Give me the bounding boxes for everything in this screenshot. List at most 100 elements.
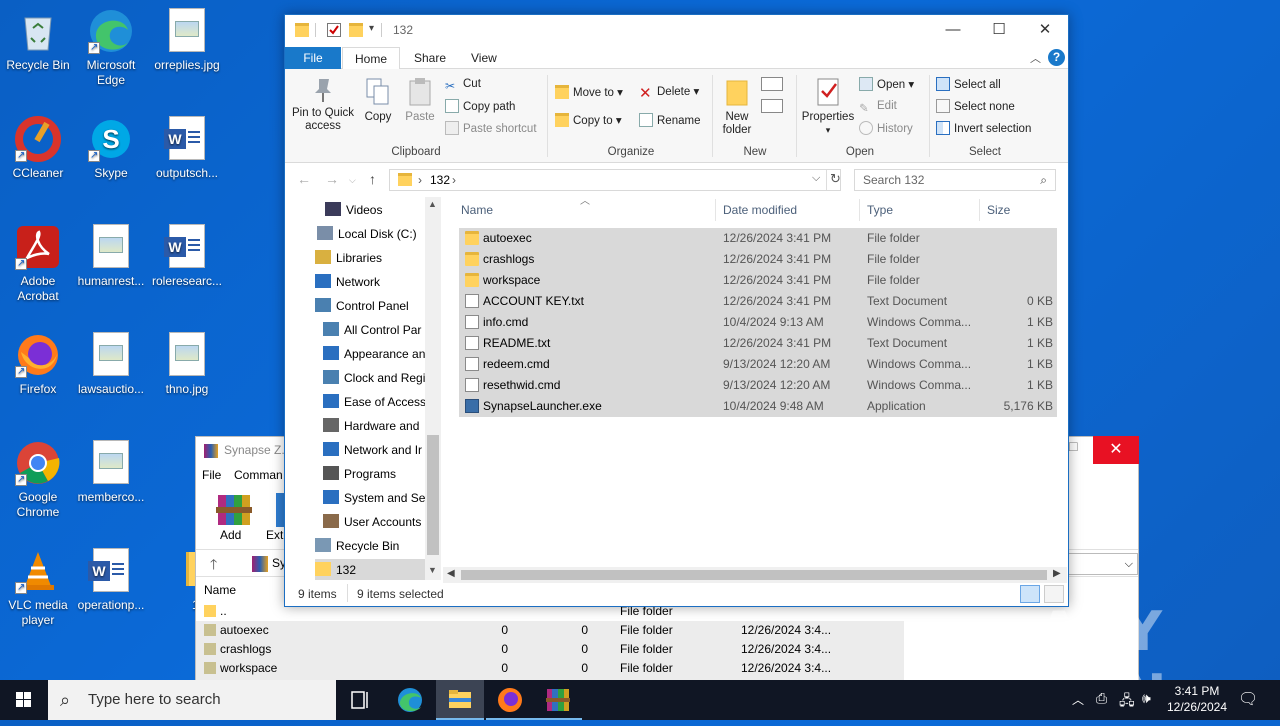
desktop-icon-memberco[interactable]: memberco... bbox=[73, 440, 149, 505]
nav-item[interactable]: Network and Ir bbox=[323, 439, 422, 461]
edit-button[interactable]: ✎ Edit bbox=[859, 99, 897, 116]
nav-item[interactable]: Hardware and bbox=[323, 415, 419, 437]
scroll-down-icon[interactable]: ▼ bbox=[428, 565, 437, 575]
delete-button[interactable]: ✕ Delete ▾ bbox=[639, 85, 699, 101]
desktop-icon-orreplies[interactable]: orreplies.jpg bbox=[149, 8, 225, 73]
nav-item[interactable]: Ease of Access bbox=[323, 391, 426, 413]
file-row[interactable]: workspace 12/26/2024 3:41 PM File folder bbox=[459, 270, 1057, 291]
new-folder-button[interactable]: New folder bbox=[717, 77, 757, 137]
show-hidden-icons[interactable]: ︿ bbox=[1072, 691, 1084, 708]
winrar-col-name[interactable]: Name bbox=[204, 583, 236, 597]
breadcrumb-chevron-icon[interactable]: › bbox=[418, 173, 422, 187]
desktop-icon-recycle-bin[interactable]: Recycle Bin bbox=[0, 8, 76, 73]
copy-to-button[interactable]: Copy to ▾ bbox=[555, 113, 622, 128]
winrar-menu-file[interactable]: File bbox=[202, 468, 221, 482]
archive-row[interactable]: autoexec 0 0 File folder 12/26/2024 3:4... bbox=[196, 621, 904, 640]
search-icon[interactable]: ⌕ bbox=[1040, 170, 1047, 190]
tab-view[interactable]: View bbox=[459, 47, 509, 69]
file-row[interactable]: resethwid.cmd 9/13/2024 12:20 AM Windows C… bbox=[459, 375, 1057, 396]
network-device-icon[interactable]: ⎙ bbox=[1096, 690, 1107, 707]
nav-item[interactable]: Network bbox=[315, 271, 380, 293]
forward-icon[interactable]: → bbox=[325, 171, 339, 187]
nav-item[interactable]: System and Se bbox=[323, 487, 425, 509]
desktop-icon-humanrest[interactable]: humanrest... bbox=[73, 224, 149, 289]
customize-quick-access-icon[interactable]: ▾ bbox=[369, 23, 374, 34]
add-button[interactable] bbox=[216, 493, 252, 529]
desktop-icon-edge[interactable]: Microsoft Edge bbox=[73, 8, 149, 88]
cut-button[interactable]: ✂ Cut bbox=[445, 77, 481, 93]
nav-item[interactable]: Appearance an bbox=[323, 343, 425, 365]
up-arrow-icon[interactable]: 🡑 bbox=[210, 554, 217, 578]
nav-item[interactable]: Programs bbox=[323, 463, 396, 485]
close-button[interactable]: ✕ bbox=[1022, 15, 1068, 45]
maximize-icon[interactable]: ☐ bbox=[1068, 440, 1079, 454]
archive-row[interactable]: crashlogs 0 0 File folder 12/26/2024 3:4... bbox=[196, 640, 904, 659]
scroll-left-icon[interactable]: ◀ bbox=[447, 568, 455, 579]
desktop-icon-skype[interactable]: S Skype bbox=[73, 116, 149, 181]
paste-shortcut-button[interactable]: Paste shortcut bbox=[445, 121, 537, 136]
nav-item[interactable]: User Accounts bbox=[323, 511, 421, 533]
open-button[interactable]: Open ▾ bbox=[859, 77, 914, 92]
notifications-icon[interactable]: 🗨 bbox=[1238, 689, 1258, 709]
scroll-thumb[interactable] bbox=[461, 570, 1047, 580]
desktop-icon-chrome[interactable]: Google Chrome bbox=[0, 440, 76, 520]
nav-item[interactable]: Control Panel bbox=[315, 295, 409, 317]
file-row[interactable]: README.txt 12/26/2024 3:41 PM Text Documen… bbox=[459, 333, 1057, 354]
copy-button[interactable]: Copy bbox=[359, 77, 397, 124]
task-view-button[interactable] bbox=[336, 680, 384, 720]
search-input[interactable]: Search 132 ⌕ bbox=[854, 169, 1056, 191]
file-row[interactable]: ACCOUNT KEY.txt 12/26/2024 3:41 PM Text Do… bbox=[459, 291, 1057, 312]
properties-button[interactable]: Properties ▾ bbox=[799, 77, 857, 137]
nav-item[interactable]: Local Disk (C:) bbox=[317, 223, 417, 245]
refresh-icon[interactable]: ↻ bbox=[830, 171, 841, 187]
close-button[interactable]: ✕ bbox=[1093, 436, 1139, 464]
volume-icon[interactable]: 🕪 bbox=[1142, 690, 1151, 707]
easy-access-icon[interactable] bbox=[761, 99, 783, 113]
taskbar-edge[interactable] bbox=[386, 680, 434, 720]
scroll-thumb[interactable] bbox=[427, 435, 439, 555]
desktop-icon-roleresearc[interactable]: W roleresearc... bbox=[149, 224, 225, 289]
nav-item[interactable]: 132 bbox=[315, 559, 425, 580]
minimize-button[interactable]: — bbox=[930, 15, 976, 45]
help-icon[interactable]: ? bbox=[1048, 49, 1065, 66]
taskbar-search[interactable]: ⌕ Type here to search bbox=[48, 680, 336, 720]
scroll-up-icon[interactable]: ▲ bbox=[428, 199, 437, 209]
tab-file[interactable]: File bbox=[285, 47, 341, 69]
column-header-type[interactable]: Type bbox=[867, 203, 893, 217]
column-header-size[interactable]: Size bbox=[987, 203, 1010, 217]
explorer-titlebar[interactable]: ▾ 132 — ☐ ✕ bbox=[285, 15, 1068, 47]
move-to-button[interactable]: Move to ▾ bbox=[555, 85, 623, 100]
archive-row[interactable]: workspace 0 0 File folder 12/26/2024 3:4... bbox=[196, 659, 904, 678]
rename-button[interactable]: Rename bbox=[639, 113, 700, 128]
file-row[interactable]: SynapseLauncher.exe 10/4/2024 9:48 AM Appl… bbox=[459, 396, 1057, 417]
network-icon[interactable]: 🖧 bbox=[1119, 690, 1135, 714]
back-icon[interactable]: ← bbox=[297, 171, 311, 187]
breadcrumb-132[interactable]: 132 bbox=[430, 173, 450, 187]
invert-selection-button[interactable]: Invert selection bbox=[936, 121, 1031, 136]
desktop-icon-operationp[interactable]: W operationp... bbox=[73, 548, 149, 613]
recent-locations-icon[interactable]: ⌵ bbox=[349, 175, 356, 186]
desktop-icon-acrobat[interactable]: Adobe Acrobat bbox=[0, 224, 76, 304]
desktop-icon-outputsch[interactable]: W outputsch... bbox=[149, 116, 225, 181]
start-button[interactable] bbox=[0, 680, 48, 720]
column-header-date[interactable]: Date modified bbox=[723, 203, 797, 217]
desktop-icon-firefox[interactable]: Firefox bbox=[0, 332, 76, 397]
desktop-icon-vlc[interactable]: VLC media player bbox=[0, 548, 76, 628]
properties-quick-icon[interactable] bbox=[327, 23, 341, 37]
maximize-button[interactable]: ☐ bbox=[976, 15, 1022, 45]
details-view-icon[interactable] bbox=[1020, 585, 1040, 603]
new-item-icon[interactable] bbox=[761, 77, 783, 91]
path-dropdown[interactable]: ⌵ bbox=[1066, 553, 1138, 575]
nav-item[interactable]: Recycle Bin bbox=[315, 535, 399, 557]
file-row[interactable]: info.cmd 10/4/2024 9:13 AM Windows Comma..… bbox=[459, 312, 1057, 333]
taskbar-firefox[interactable] bbox=[486, 680, 534, 720]
explorer-window[interactable]: ▾ 132 — ☐ ✕ File Home Share View ︿ ? Pin… bbox=[284, 14, 1069, 607]
scroll-right-icon[interactable]: ▶ bbox=[1053, 568, 1061, 579]
paste-button[interactable]: Paste bbox=[401, 77, 439, 124]
pin-quick-access-button[interactable]: Pin to Quick access bbox=[289, 77, 357, 133]
desktop-icon-thno[interactable]: thno.jpg bbox=[149, 332, 225, 397]
nav-item[interactable]: Clock and Regi bbox=[323, 367, 425, 389]
copy-path-button[interactable]: Copy path bbox=[445, 99, 515, 114]
collapse-ribbon-icon[interactable]: ︿ bbox=[1030, 50, 1041, 66]
nav-item[interactable]: Libraries bbox=[315, 247, 382, 269]
